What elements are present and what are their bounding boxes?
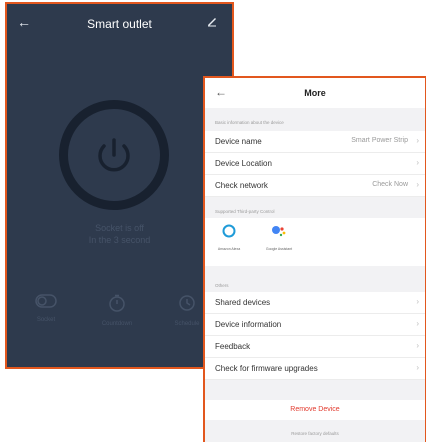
firmware-upgrade-row[interactable]: Check for firmware upgrades › [205,358,425,380]
remove-device-button[interactable]: Remove Device [205,400,425,420]
section-label: Basic information about the device [215,120,284,125]
chevron-right-icon: › [416,158,419,167]
shared-devices-row[interactable]: Shared devices › [205,292,425,314]
google-assistant-icon [272,226,286,237]
smart-outlet-screen: ← Smart outlet Socket is off In the 3 se… [7,4,232,367]
header: ← More [205,78,425,108]
row-label: Shared devices [215,298,271,307]
clock-icon [179,295,195,311]
chevron-right-icon: › [416,363,419,372]
alexa-icon [222,224,236,238]
socket-status: Socket is off In the 3 second [7,222,232,246]
check-network-row[interactable]: Check network Check Now › [205,175,425,197]
device-name-row[interactable]: Device name Smart Power Strip › [205,131,425,153]
row-label: Feedback [215,342,251,351]
row-value: Smart Power Strip [351,137,408,144]
chevron-right-icon: › [416,297,419,306]
third-party-panel: Amazon Alexa Google Assistant [205,218,425,266]
third-party-label: Google Assistant [265,247,293,251]
control-label: Countdown [101,321,133,327]
chevron-right-icon: › [416,180,419,189]
feedback-row[interactable]: Feedback › [205,336,425,358]
timer-icon [109,294,125,312]
page-title: Smart outlet [87,17,152,31]
toggle-icon [35,294,57,308]
row-label: Check for firmware upgrades [215,364,318,373]
alexa-item[interactable]: Amazon Alexa [209,224,249,251]
chevron-right-icon: › [416,341,419,350]
socket-control[interactable]: Socket [16,294,76,323]
row-label: Check network [215,181,268,190]
third-party-label: Amazon Alexa [217,247,241,251]
row-value: Check Now [372,181,408,188]
chevron-right-icon: › [416,319,419,328]
section-label: Supported Third-party Control [215,209,275,214]
row-label: Device Location [215,159,272,168]
control-label: Socket [36,317,56,323]
restore-factory-defaults-link[interactable]: Restore factory defaults [205,431,425,436]
power-icon [98,138,130,172]
edit-icon[interactable] [206,14,218,32]
google-assistant-item[interactable]: Google Assistant [259,224,299,251]
row-label: Device name [215,137,262,146]
page-title: More [304,88,326,98]
status-line: Socket is off [95,223,144,233]
status-subline: In the 3 second [88,235,151,245]
row-label: Device information [215,320,282,329]
more-screen: ← More Basic information about the devic… [205,78,425,442]
section-label: Others [215,283,229,288]
chevron-right-icon: › [416,136,419,145]
device-information-row[interactable]: Device information › [205,314,425,336]
device-location-row[interactable]: Device Location › [205,153,425,175]
countdown-control[interactable]: Countdown [87,294,147,327]
remove-device-label: Remove Device [290,406,340,413]
